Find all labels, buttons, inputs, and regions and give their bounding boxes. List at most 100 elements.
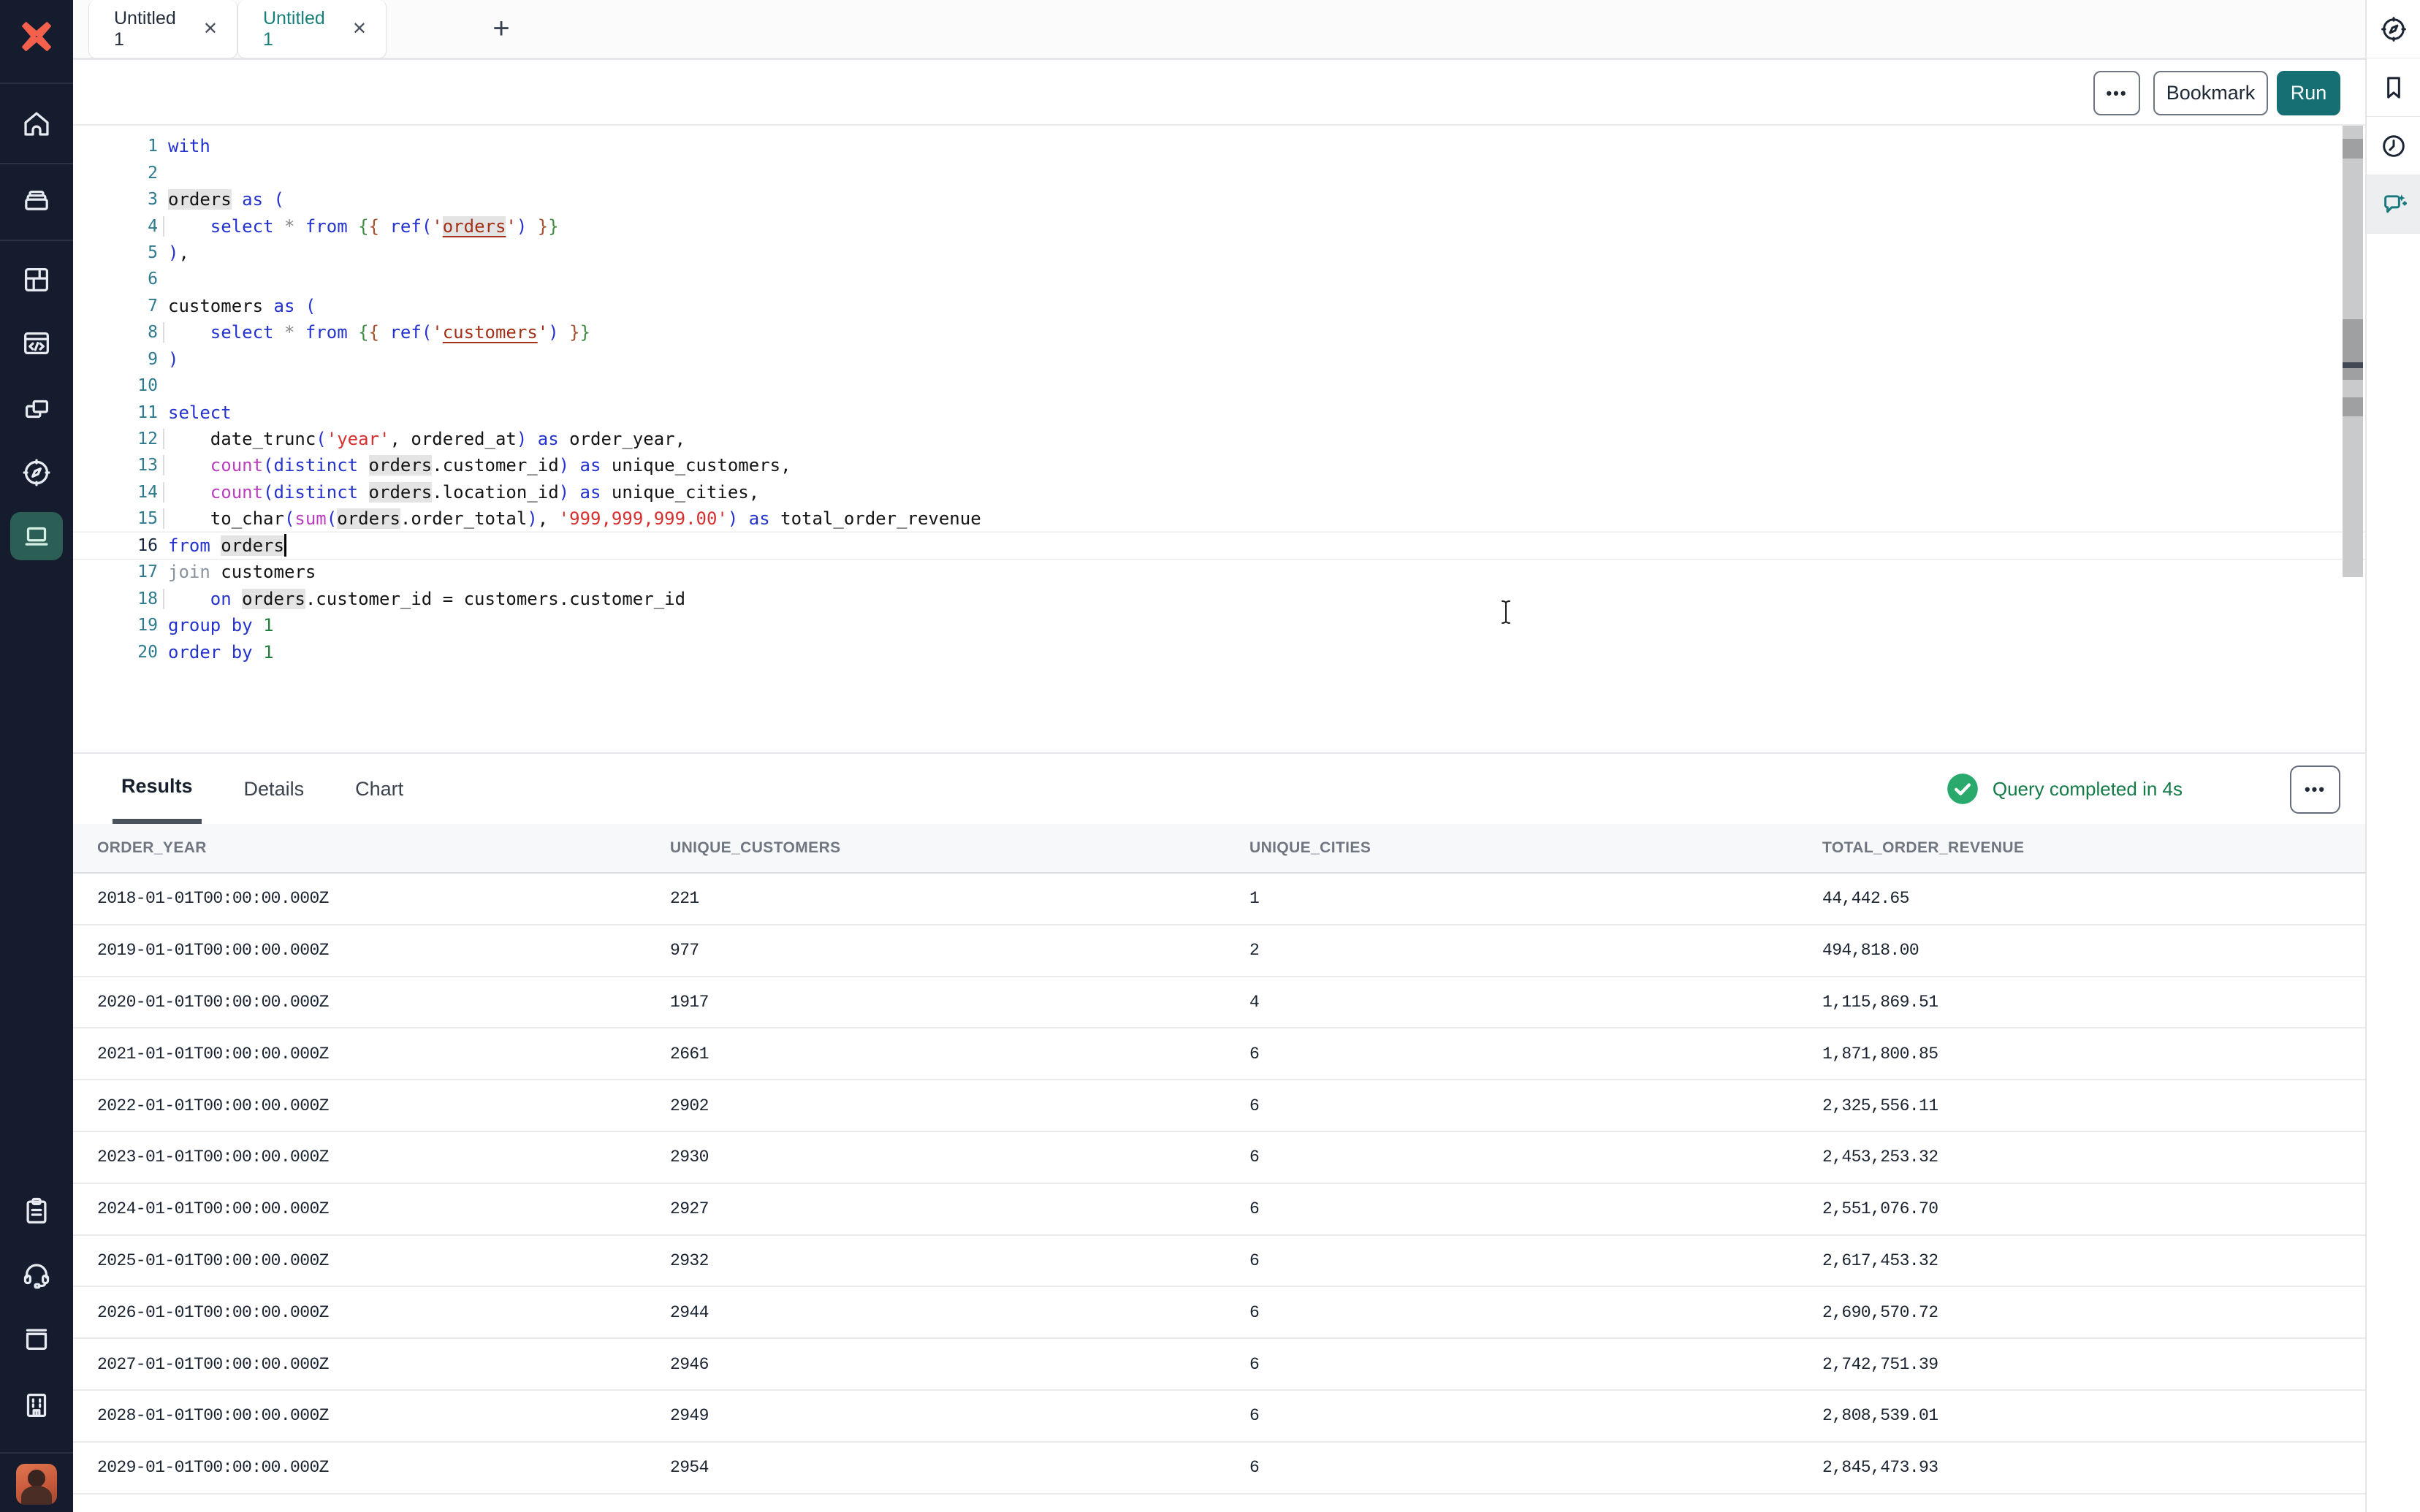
table-cell: 1,871,800.85 (1822, 1045, 2365, 1064)
code-line[interactable]: 13 count(distinct orders.customer_id) as… (73, 452, 2365, 478)
document-tab-bar: Untitled 1 ✕ Untitled 1 ✕ + (73, 0, 2365, 60)
terminal-nav-active[interactable] (10, 512, 63, 560)
code-text: orders as ( (158, 189, 2365, 210)
collections-icon[interactable] (20, 182, 53, 215)
scrollbar-thumb[interactable] (2343, 139, 2363, 159)
table-body: 2018-01-01T00:00:00.000Z221144,442.65201… (73, 874, 2365, 1512)
close-icon[interactable]: ✕ (203, 20, 218, 38)
table-row[interactable]: 2030-01-01T00:00:00.000Z287961,841,049.3… (73, 1494, 2365, 1512)
table-row[interactable]: 2029-01-01T00:00:00.000Z295462,845,473.9… (73, 1443, 2365, 1494)
table-row[interactable]: 2022-01-01T00:00:00.000Z290262,325,556.1… (73, 1080, 2365, 1132)
results-more-options-button[interactable]: ••• (2290, 765, 2340, 814)
code-token: by (232, 615, 253, 635)
app-windows-icon[interactable] (20, 392, 53, 426)
table-row[interactable]: 2026-01-01T00:00:00.000Z294462,690,570.7… (73, 1287, 2365, 1339)
code-line[interactable]: 9) (73, 346, 2365, 373)
ai-assistant-button[interactable] (2367, 175, 2420, 234)
tab-chart[interactable]: Chart (346, 754, 412, 824)
code-token (294, 296, 305, 316)
close-icon[interactable]: ✕ (352, 20, 367, 38)
code-line[interactable]: 6 (73, 266, 2365, 292)
code-token: distinct (274, 482, 359, 503)
code-line[interactable]: 17join customers (73, 559, 2365, 585)
table-cell: 2020-01-01T00:00:00.000Z (97, 993, 670, 1012)
code-line[interactable]: 19group by 1 (73, 612, 2365, 638)
ai-chat-sparkle-icon (2378, 189, 2409, 220)
code-line[interactable]: 18 on orders.customer_id = customers.cus… (73, 585, 2365, 611)
bookmarks-button[interactable] (2367, 58, 2420, 117)
code-line[interactable]: 12 date_trunc('year', ordered_at) as ord… (73, 426, 2365, 452)
code-token: orders (337, 508, 400, 529)
doc-tab-untitled-1[interactable]: Untitled 1 ✕ (88, 0, 237, 58)
code-text: select * from {{ ref('orders') }} (158, 216, 2365, 237)
code-line[interactable]: 8 select * from {{ ref('customers') }} (73, 319, 2365, 345)
bookmark-button[interactable]: Bookmark (2153, 71, 2268, 115)
code-token (232, 589, 242, 609)
column-header[interactable]: UNIQUE_CUSTOMERS (670, 839, 1249, 857)
new-tab-button[interactable]: + (482, 10, 520, 48)
table-row[interactable]: 2018-01-01T00:00:00.000Z221144,442.65 (73, 874, 2365, 925)
code-line[interactable]: 5), (73, 240, 2365, 266)
tab-results[interactable]: Results (113, 754, 202, 824)
code-line[interactable]: 14 count(distinct orders.location_id) as… (73, 479, 2365, 505)
line-number: 19 (73, 616, 158, 635)
code-line[interactable]: 7customers as ( (73, 293, 2365, 319)
table-row[interactable]: 2028-01-01T00:00:00.000Z294962,808,539.0… (73, 1391, 2365, 1443)
templates-clipboard-icon[interactable] (20, 1194, 53, 1228)
table-cell: 6 (1249, 1045, 1822, 1064)
scrollbar-thumb[interactable] (2343, 319, 2363, 380)
code-line[interactable]: 10 (73, 373, 2365, 399)
code-line[interactable]: 4 select * from {{ ref('orders') }} (73, 213, 2365, 239)
code-line[interactable]: 3orders as ( (73, 186, 2365, 213)
table-row[interactable]: 2020-01-01T00:00:00.000Z191741,115,869.5… (73, 977, 2365, 1029)
bookmark-icon (2378, 72, 2409, 103)
code-window-icon[interactable] (20, 327, 53, 360)
explore-compass-button[interactable] (2367, 0, 2420, 58)
code-line[interactable]: 16from orders (73, 532, 2365, 559)
projects-grid-icon[interactable] (20, 263, 53, 297)
table-row[interactable]: 2025-01-01T00:00:00.000Z293262,617,453.3… (73, 1236, 2365, 1288)
column-header[interactable]: TOTAL_ORDER_REVENUE (1822, 839, 2365, 857)
doc-tab-untitled-2[interactable]: Untitled 1 ✕ (237, 0, 387, 58)
home-icon[interactable] (20, 107, 53, 141)
code-line[interactable]: 11select (73, 399, 2365, 425)
code-line[interactable]: 20order by 1 (73, 638, 2365, 665)
code-line[interactable]: 2 (73, 159, 2365, 186)
tab-details[interactable]: Details (235, 754, 313, 824)
code-token: * (284, 216, 294, 237)
code-token: customers.customer_id (453, 589, 685, 609)
explore-compass-icon[interactable] (20, 456, 53, 489)
table-cell: 6 (1249, 1355, 1822, 1374)
code-text: ) (158, 349, 2365, 370)
table-cell: 2027-01-01T00:00:00.000Z (97, 1355, 670, 1374)
scrollbar-thumb[interactable] (2343, 397, 2363, 416)
support-headset-icon[interactable] (20, 1258, 53, 1291)
code-token: , (178, 243, 189, 263)
code-token (274, 216, 284, 237)
table-row[interactable]: 2019-01-01T00:00:00.000Z9772494,818.00 (73, 925, 2365, 977)
sql-editor[interactable]: 1with23orders as (4 select * from {{ ref… (73, 126, 2365, 751)
code-token: order (168, 642, 221, 663)
hex-logo-icon[interactable] (20, 19, 53, 54)
user-avatar[interactable] (16, 1464, 57, 1505)
code-token: to_char (210, 508, 284, 529)
code-text: to_char(sum(orders.order_total), '999,99… (158, 508, 2365, 529)
table-row[interactable]: 2027-01-01T00:00:00.000Z294662,742,751.3… (73, 1339, 2365, 1391)
history-button[interactable] (2367, 117, 2420, 175)
table-cell: 2018-01-01T00:00:00.000Z (97, 889, 670, 908)
code-line[interactable]: 15 to_char(sum(orders.order_total), '999… (73, 505, 2365, 532)
run-button[interactable]: Run (2277, 71, 2340, 115)
code-token (168, 455, 210, 476)
column-header[interactable]: UNIQUE_CITIES (1249, 839, 1822, 857)
column-header[interactable]: ORDER_YEAR (97, 839, 670, 857)
table-cell: 1,115,869.51 (1822, 993, 2365, 1012)
organization-building-icon[interactable] (20, 1389, 53, 1422)
more-options-button[interactable]: ••• (2093, 71, 2140, 115)
editor-scrollbar[interactable] (2343, 126, 2363, 577)
docs-book-icon[interactable] (20, 1321, 53, 1355)
table-row[interactable]: 2024-01-01T00:00:00.000Z292762,551,076.7… (73, 1184, 2365, 1236)
editor-caret (284, 534, 286, 557)
table-row[interactable]: 2021-01-01T00:00:00.000Z266161,871,800.8… (73, 1028, 2365, 1080)
table-row[interactable]: 2023-01-01T00:00:00.000Z293062,453,253.3… (73, 1132, 2365, 1184)
code-line[interactable]: 1with (73, 133, 2365, 159)
